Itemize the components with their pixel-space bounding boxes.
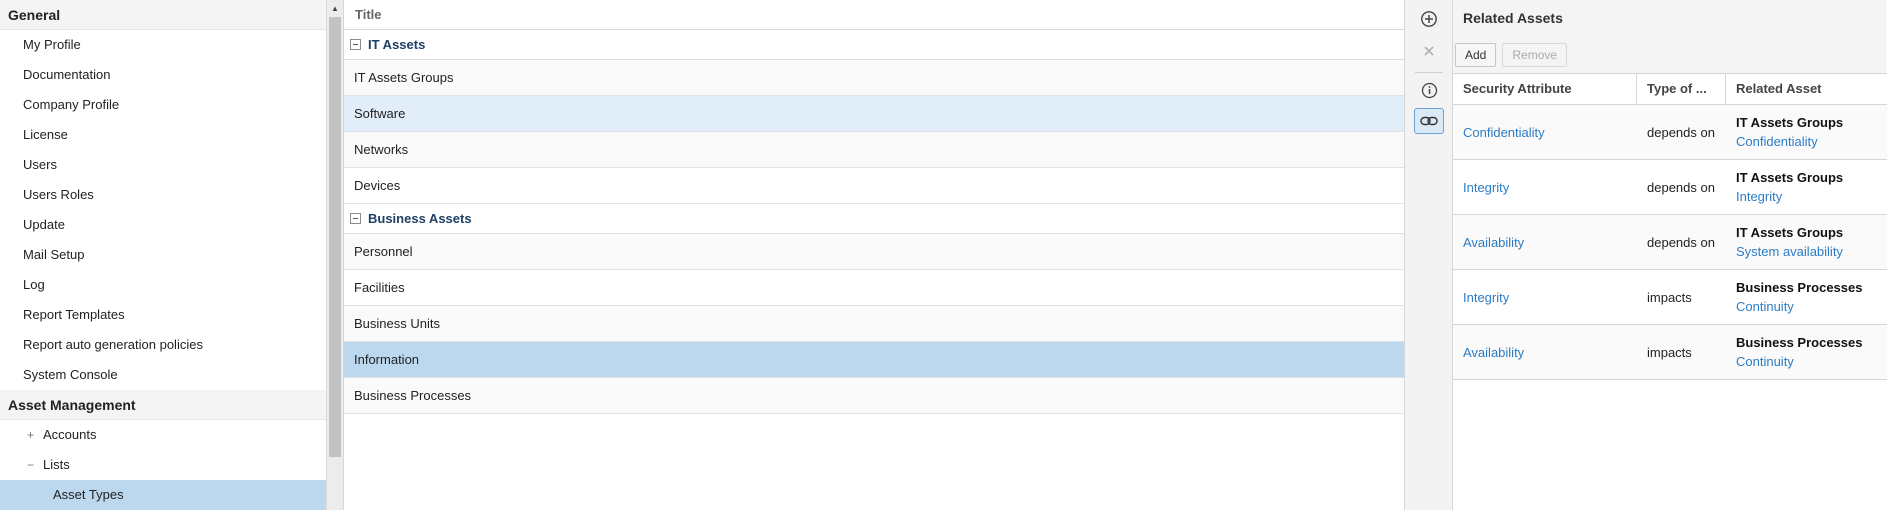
expand-icon[interactable]: + — [27, 420, 43, 450]
add-circle-icon[interactable] — [1414, 6, 1444, 32]
nav-item-asset-types[interactable]: Asset Types — [0, 480, 326, 510]
table-row[interactable]: Availability impacts Business Processes … — [1453, 325, 1887, 380]
table-row[interactable]: Integrity depends on IT Assets Groups In… — [1453, 160, 1887, 215]
column-header-related-asset[interactable]: Related Asset — [1726, 74, 1887, 104]
add-button[interactable]: Add — [1455, 42, 1497, 67]
nav-item-label: Lists — [43, 457, 70, 472]
scrollbar-thumb[interactable] — [329, 17, 341, 457]
group-row-business-assets[interactable]: Business Assets — [344, 204, 1404, 234]
sidebar-nav: General My Profile Documentation Company… — [0, 0, 326, 510]
nav-item-mail-setup[interactable]: Mail Setup — [0, 240, 326, 270]
link-icon[interactable] — [1414, 108, 1444, 134]
nav-item-system-console[interactable]: System Console — [0, 360, 326, 390]
related-asset-name: IT Assets Groups — [1736, 170, 1844, 185]
nav-item-documentation[interactable]: Documentation — [0, 60, 326, 90]
group-label: IT Assets — [368, 37, 426, 52]
related-assets-panel: Related Assets Add Remove Security Attri… — [1453, 0, 1887, 510]
related-asset-name: IT Assets Groups — [1736, 225, 1844, 240]
relation-type: impacts — [1647, 344, 1692, 360]
security-attribute-link[interactable]: Integrity — [1463, 180, 1637, 195]
remove-button[interactable]: Remove — [1502, 42, 1568, 67]
panel-title: Related Assets — [1453, 0, 1887, 36]
group-row-it-assets[interactable]: IT Assets — [344, 30, 1404, 60]
relation-type: depends on — [1647, 179, 1715, 195]
table-row[interactable]: Availability depends on IT Assets Groups… — [1453, 215, 1887, 270]
list-item[interactable]: IT Assets Groups — [344, 60, 1404, 96]
related-asset-attribute-link[interactable]: Confidentiality — [1736, 134, 1887, 149]
column-header-type[interactable]: Type of ... — [1637, 74, 1726, 104]
related-asset-attribute-link[interactable]: Integrity — [1736, 189, 1887, 204]
list-item[interactable]: Software — [344, 96, 1404, 132]
vertical-toolbar — [1405, 0, 1453, 510]
nav-item-report-auto-generation[interactable]: Report auto generation policies — [0, 330, 326, 360]
nav-item-accounts[interactable]: + Accounts — [0, 420, 326, 450]
collapse-icon[interactable]: − — [27, 450, 43, 480]
nav-item-license[interactable]: License — [0, 120, 326, 150]
app-root: General My Profile Documentation Company… — [0, 0, 1887, 510]
nav-item-report-templates[interactable]: Report Templates — [0, 300, 326, 330]
related-asset-name: IT Assets Groups — [1736, 115, 1844, 130]
scroll-up-icon[interactable]: ▲ — [327, 0, 343, 17]
nav-item-label: Accounts — [43, 427, 97, 442]
table-row[interactable]: Integrity impacts Business Processes Con… — [1453, 270, 1887, 325]
list-item[interactable]: Personnel — [344, 234, 1404, 270]
list-item[interactable]: Business Processes — [344, 378, 1404, 414]
nav-item-update[interactable]: Update — [0, 210, 326, 240]
toolbar-divider — [1415, 72, 1443, 73]
list-item[interactable]: Business Units — [344, 306, 1404, 342]
list-item[interactable]: Networks — [344, 132, 1404, 168]
security-attribute-link[interactable]: Integrity — [1463, 290, 1637, 305]
security-attribute-link[interactable]: Availability — [1463, 235, 1637, 250]
security-attribute-link[interactable]: Availability — [1463, 345, 1637, 360]
nav-item-company-profile[interactable]: Company Profile — [0, 90, 326, 120]
relation-type: depends on — [1647, 124, 1715, 140]
related-asset-name: Business Processes — [1736, 335, 1863, 350]
relation-type: depends on — [1647, 234, 1715, 250]
list-item-selected[interactable]: Information — [344, 342, 1404, 378]
nav-section-asset-management[interactable]: Asset Management — [0, 390, 326, 420]
nav-item-my-profile[interactable]: My Profile — [0, 30, 326, 60]
related-asset-attribute-link[interactable]: System availability — [1736, 244, 1887, 259]
table-row[interactable]: Confidentiality depends on IT Assets Gro… — [1453, 105, 1887, 160]
collapse-icon[interactable] — [350, 39, 361, 50]
asset-types-list: Title IT Assets IT Assets Groups Softwar… — [343, 0, 1405, 510]
nav-item-lists[interactable]: − Lists — [0, 450, 326, 480]
sidebar-scrollbar[interactable]: ▲ — [326, 0, 343, 510]
info-icon[interactable] — [1414, 77, 1444, 103]
group-label: Business Assets — [368, 211, 472, 226]
nav-item-users[interactable]: Users — [0, 150, 326, 180]
column-header-security-attribute[interactable]: Security Attribute — [1453, 74, 1637, 104]
nav-section-general[interactable]: General — [0, 0, 326, 30]
collapse-icon[interactable] — [350, 213, 361, 224]
list-item[interactable]: Devices — [344, 168, 1404, 204]
related-asset-name: Business Processes — [1736, 280, 1863, 295]
nav-item-log[interactable]: Log — [0, 270, 326, 300]
relation-type: impacts — [1647, 289, 1692, 305]
related-assets-toolbar: Add Remove — [1453, 36, 1887, 74]
security-attribute-link[interactable]: Confidentiality — [1463, 125, 1637, 140]
close-icon[interactable] — [1414, 38, 1444, 64]
column-header-title[interactable]: Title — [344, 0, 1404, 30]
related-table-header: Security Attribute Type of ... Related A… — [1453, 74, 1887, 105]
related-asset-attribute-link[interactable]: Continuity — [1736, 299, 1887, 314]
list-item[interactable]: Facilities — [344, 270, 1404, 306]
related-asset-attribute-link[interactable]: Continuity — [1736, 354, 1887, 369]
nav-item-users-roles[interactable]: Users Roles — [0, 180, 326, 210]
